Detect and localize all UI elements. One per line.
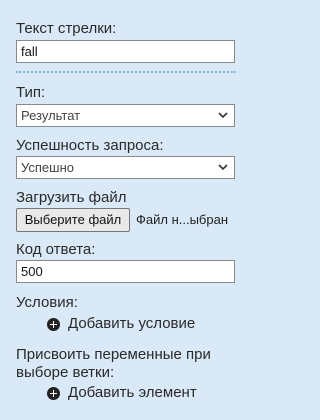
conditions-label: Условия: — [16, 294, 78, 311]
section-divider — [16, 71, 236, 73]
choose-file-button[interactable]: Выберите файл — [16, 208, 130, 232]
add-condition-button[interactable]: Добавить условие — [47, 315, 195, 333]
file-status: Файл н...ыбран — [136, 212, 229, 227]
request-success-label: Успешность запроса: — [16, 137, 164, 154]
plus-circle-icon — [47, 386, 60, 400]
add-condition-label: Добавить условие — [68, 315, 196, 332]
response-code-input[interactable]: 500 — [16, 260, 235, 283]
plus-circle-icon — [47, 317, 60, 331]
add-element-button[interactable]: Добавить элемент — [47, 384, 197, 402]
request-success-select[interactable]: Успешно — [16, 156, 235, 179]
upload-label: Загрузить файл — [16, 189, 127, 206]
chevron-down-icon — [218, 112, 228, 119]
type-select[interactable]: Результат — [16, 104, 235, 127]
assign-variables-label-1: Присвоить переменные при — [16, 346, 211, 363]
chevron-down-icon — [218, 164, 228, 171]
arrow-text-label: Текст стрелки: — [16, 20, 117, 37]
request-success-select-value: Успешно — [21, 160, 74, 175]
response-code-label: Код ответа: — [16, 241, 96, 258]
branch-settings-panel: Текст стрелки: fall Тип: Результат Успеш… — [0, 0, 251, 420]
add-element-label: Добавить элемент — [68, 384, 197, 401]
arrow-text-input[interactable]: fall — [16, 40, 235, 63]
type-label: Тип: — [16, 84, 46, 101]
type-select-value: Результат — [21, 108, 81, 123]
assign-variables-label-2: выборе ветки: — [16, 364, 115, 381]
